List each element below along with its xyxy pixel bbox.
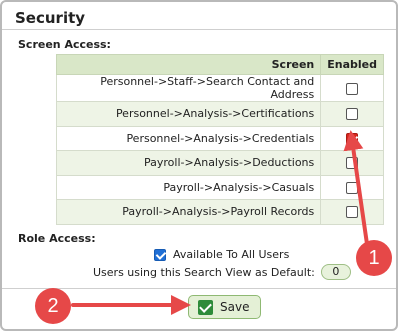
annotation-badge-1: 1 [356,240,392,276]
arrow-to-credentials-checkbox [343,130,369,246]
annotation-arrows [71,130,369,315]
annotation-badge-2: 2 [35,288,71,324]
